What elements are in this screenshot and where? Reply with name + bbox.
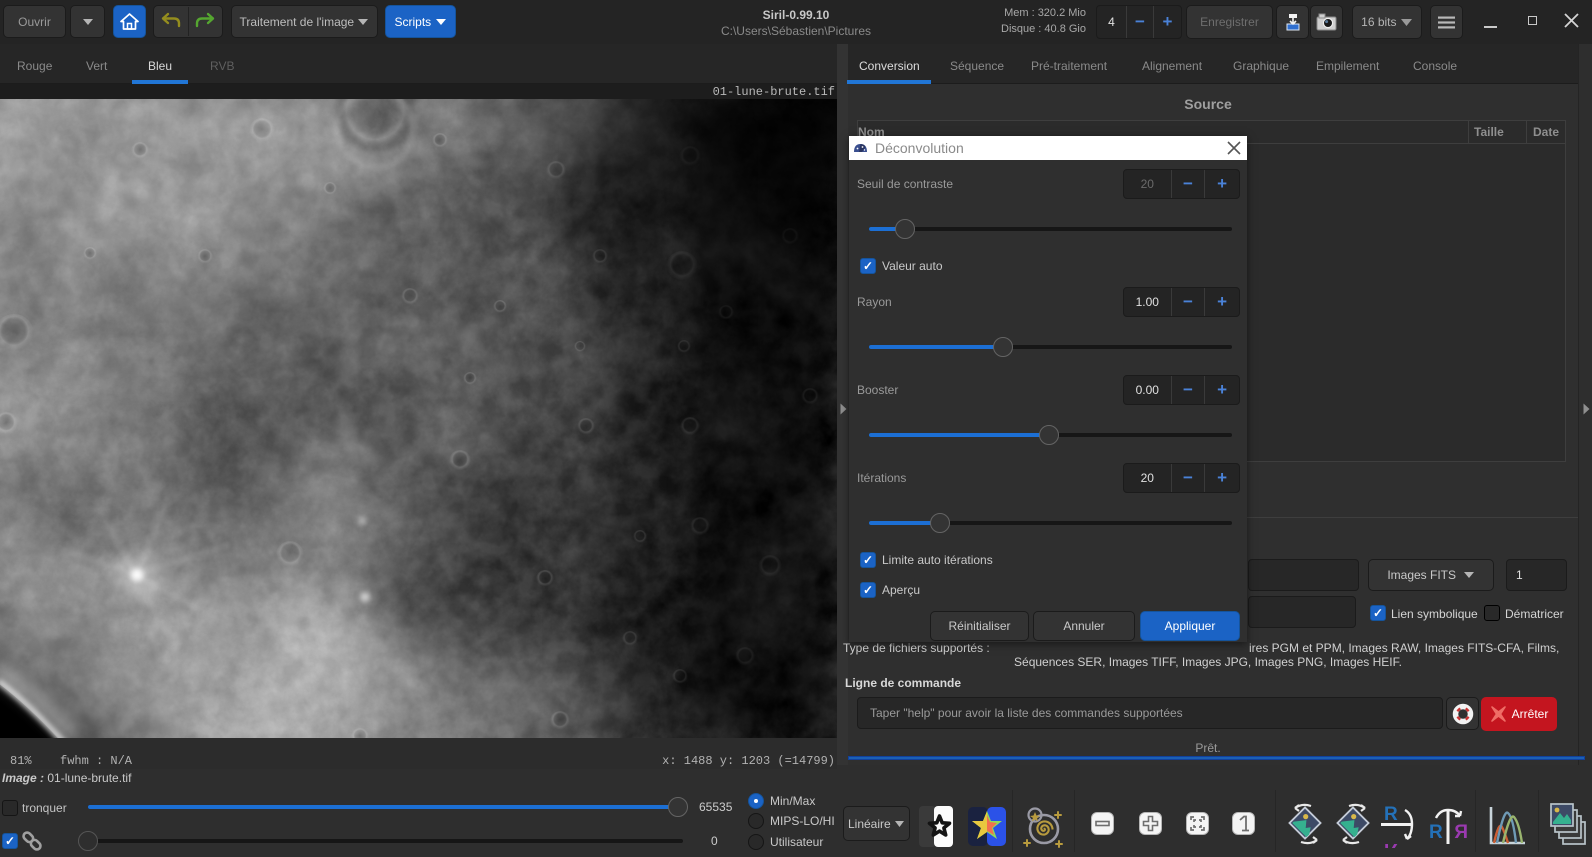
svg-text:R: R xyxy=(1384,839,1398,848)
svg-text:R: R xyxy=(1384,804,1398,825)
svg-text:R: R xyxy=(1454,822,1468,843)
svg-text:R: R xyxy=(1429,822,1443,843)
